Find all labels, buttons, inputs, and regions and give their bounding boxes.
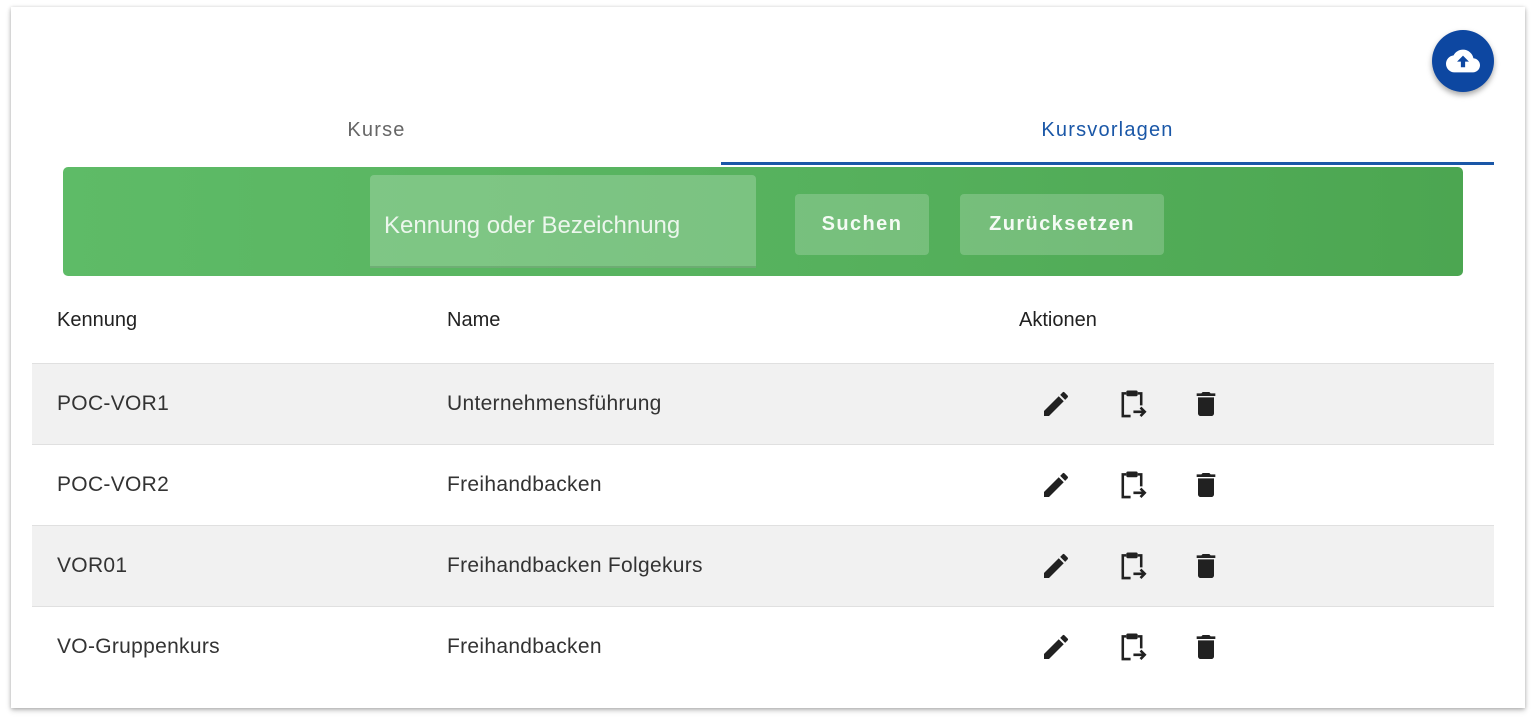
edit-icon — [1044, 391, 1069, 416]
delete-button[interactable] — [1186, 627, 1226, 667]
cloud-upload-icon — [1446, 49, 1480, 73]
table-row: POC-VOR1 Unternehmensführung — [32, 364, 1494, 445]
column-header-aktionen: Aktionen — [1019, 309, 1097, 331]
edit-icon — [1044, 472, 1069, 497]
templates-table: Kennung Name Aktionen POC-VOR1 Unternehm… — [32, 279, 1494, 687]
edit-icon — [1044, 553, 1069, 578]
copy-to-course-icon — [1121, 471, 1147, 499]
edit-button[interactable] — [1036, 546, 1076, 586]
search-input[interactable] — [382, 205, 746, 247]
table-header: Kennung Name Aktionen — [32, 279, 1494, 364]
edit-button[interactable] — [1036, 465, 1076, 505]
copy-to-course-icon — [1121, 390, 1147, 418]
table-row: POC-VOR2 Freihandbacken — [32, 445, 1494, 526]
search-toolbar: Suchen Zurücksetzen — [63, 167, 1463, 276]
delete-icon — [1196, 392, 1216, 416]
active-tab-indicator — [721, 162, 1494, 165]
delete-button[interactable] — [1186, 384, 1226, 424]
copy-to-course-button[interactable] — [1112, 627, 1152, 667]
delete-button[interactable] — [1186, 546, 1226, 586]
search-field[interactable] — [370, 175, 756, 268]
copy-to-course-button[interactable] — [1112, 384, 1152, 424]
search-button[interactable]: Suchen — [795, 194, 929, 255]
copy-to-course-icon — [1121, 552, 1147, 580]
cell-kennung: POC-VOR2 — [57, 473, 170, 496]
cell-name: Freihandbacken — [447, 635, 602, 658]
upload-button[interactable] — [1432, 30, 1494, 92]
delete-icon — [1196, 635, 1216, 659]
delete-button[interactable] — [1186, 465, 1226, 505]
cell-name: Freihandbacken Folgekurs — [447, 554, 703, 577]
delete-icon — [1196, 554, 1216, 578]
cell-name: Unternehmensführung — [447, 392, 662, 415]
tab-kursvorlagen[interactable]: Kursvorlagen — [721, 96, 1494, 164]
tab-kurse[interactable]: Kurse — [32, 96, 721, 164]
cell-kennung: POC-VOR1 — [57, 392, 170, 415]
copy-to-course-button[interactable] — [1112, 546, 1152, 586]
copy-to-course-button[interactable] — [1112, 465, 1152, 505]
delete-icon — [1196, 473, 1216, 497]
column-header-kennung: Kennung — [57, 309, 138, 331]
copy-to-course-icon — [1121, 633, 1147, 661]
reset-button[interactable]: Zurücksetzen — [960, 194, 1164, 255]
edit-button[interactable] — [1036, 384, 1076, 424]
table-row: VO-Gruppenkurs Freihandbacken — [32, 607, 1494, 687]
cell-kennung: VO-Gruppenkurs — [57, 635, 220, 658]
edit-button[interactable] — [1036, 627, 1076, 667]
table-row: VOR01 Freihandbacken Folgekurs — [32, 526, 1494, 607]
cell-name: Freihandbacken — [447, 473, 602, 496]
edit-icon — [1044, 634, 1069, 659]
cell-kennung: VOR01 — [57, 554, 128, 577]
column-header-name: Name — [447, 309, 501, 331]
tab-bar: Kurse Kursvorlagen — [32, 96, 1494, 166]
